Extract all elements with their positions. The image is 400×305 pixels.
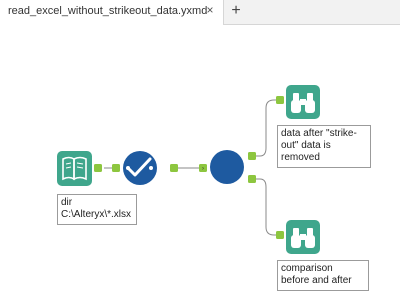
input-data-tool[interactable] [57, 151, 102, 186]
browse-top-input-anchor[interactable] [276, 96, 284, 104]
tab-title: read_excel_without_strikeout_data.yxmd [8, 5, 208, 17]
filter-tool[interactable]: › [199, 150, 256, 184]
connection-filter-browse-top [256, 99, 278, 157]
formula-input-anchor[interactable] [112, 164, 120, 172]
filter-false-anchor[interactable] [248, 175, 256, 183]
workflow-canvas[interactable]: › dir C:\Alteryx\*.xlsx data after "stri… [0, 25, 400, 305]
input-annotation-line2: C:\Alteryx\*.xlsx [61, 209, 132, 220]
browse-top-annotation-line3: removed [281, 152, 320, 163]
input-output-anchor[interactable] [94, 164, 102, 172]
browse-bottom-annotation-line1: comparison [281, 263, 333, 274]
tab-workflow[interactable]: read_excel_without_strikeout_data.yxmd × [0, 0, 224, 25]
formula-output-anchor[interactable] [170, 164, 178, 172]
browse-top-annotation: data after "strike- out" data is removed [277, 125, 371, 168]
connection-filter-browse-bottom [256, 178, 278, 236]
browse-tool-bottom[interactable] [276, 220, 320, 254]
add-tab-button[interactable]: + [224, 0, 248, 24]
browse-top-annotation-line1: data after "strike- [281, 128, 357, 139]
browse-bottom-input-anchor[interactable] [276, 231, 284, 239]
input-annotation: dir C:\Alteryx\*.xlsx [57, 194, 137, 225]
browse-top-annotation-line2: out" data is [281, 140, 331, 151]
circle-tool-icon [210, 150, 244, 184]
browse-bottom-annotation-line2: before and after [281, 275, 352, 286]
input-annotation-line1: dir [61, 197, 73, 208]
browse-tool-top[interactable] [276, 85, 320, 119]
filter-true-anchor[interactable] [248, 152, 256, 160]
anchor-arrow-icon: › [202, 166, 204, 172]
browse-bottom-annotation: comparison before and after [277, 260, 369, 291]
formula-tool[interactable] [112, 151, 178, 185]
tab-bar: read_excel_without_strikeout_data.yxmd ×… [0, 0, 400, 25]
close-icon[interactable]: × [203, 3, 217, 17]
